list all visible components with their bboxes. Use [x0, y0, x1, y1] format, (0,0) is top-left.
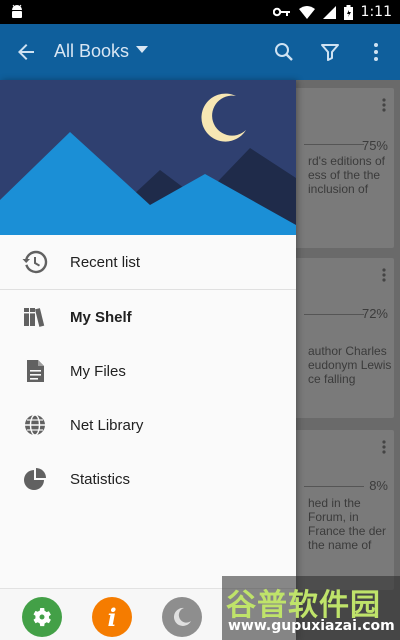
menu-item-my-shelf[interactable]: My Shelf — [0, 290, 296, 344]
menu-item-label: Recent list — [70, 253, 141, 271]
pie-chart-icon — [24, 468, 46, 490]
book-snippet: hed in the Forum, in France the der the … — [308, 496, 387, 552]
night-mode-icon — [173, 607, 191, 626]
night-mountain-illustration — [0, 80, 296, 235]
history-icon — [22, 250, 48, 274]
menu-item-recent-list[interactable]: Recent list — [0, 235, 296, 289]
dropdown-caret-icon[interactable] — [136, 46, 148, 53]
settings-button[interactable] — [22, 597, 62, 637]
progress-text: 72% — [361, 306, 388, 321]
clock: 1:11 — [360, 4, 392, 20]
navigation-drawer: Recent list My Shelf My Files Net Librar… — [0, 80, 296, 640]
globe-icon — [25, 414, 45, 436]
menu-item-statistics[interactable]: Statistics — [0, 452, 296, 506]
more-icon — [382, 98, 386, 112]
library-filter-title[interactable]: All Books — [54, 41, 129, 62]
menu-item-net-library[interactable]: Net Library — [0, 398, 296, 452]
settings-icon — [33, 608, 51, 627]
wifi-icon — [298, 5, 315, 19]
info-icon: i — [107, 602, 117, 632]
watermark: 谷普软件园 www.gupuxiazai.com — [222, 576, 400, 640]
books-icon — [24, 308, 45, 327]
app-bar: All Books — [0, 24, 400, 80]
signal-icon — [322, 5, 336, 19]
overflow-menu-icon[interactable] — [364, 40, 388, 64]
menu-item-label: My Shelf — [70, 308, 132, 326]
night-mode-button[interactable] — [162, 597, 202, 637]
vpn-key-icon — [272, 7, 290, 17]
book-snippet: rd's editions of ess of the the inclusio… — [308, 154, 385, 196]
drawer-header — [0, 80, 296, 235]
more-icon — [382, 268, 386, 282]
more-icon — [382, 440, 386, 454]
menu-item-label: My Files — [70, 362, 126, 380]
android-debug-icon — [12, 4, 22, 18]
drawer-menu: Recent list My Shelf My Files Net Librar… — [0, 235, 296, 506]
progress-text: 8% — [369, 478, 388, 493]
filter-icon[interactable] — [318, 40, 342, 64]
watermark-url: www.gupuxiazai.com — [228, 618, 395, 634]
back-arrow-icon[interactable] — [14, 40, 38, 64]
info-button[interactable]: i — [92, 597, 132, 637]
search-icon[interactable] — [272, 40, 296, 64]
menu-item-label: Statistics — [70, 470, 131, 488]
battery-icon — [343, 4, 353, 20]
book-snippet: author Charles eudonym Lewis ce falling — [308, 344, 392, 386]
document-icon — [27, 360, 44, 382]
menu-item-label: Net Library — [70, 416, 144, 434]
menu-item-my-files[interactable]: My Files — [0, 344, 296, 398]
status-bar: 1:11 — [0, 0, 400, 24]
progress-text: 75% — [361, 138, 388, 153]
